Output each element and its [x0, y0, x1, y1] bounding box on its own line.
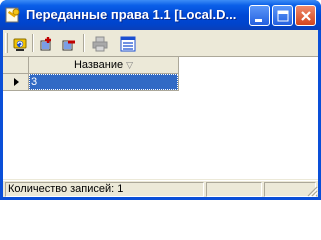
- focus-rect: [29, 74, 178, 90]
- grid-cell-selected[interactable]: 3: [29, 74, 179, 91]
- toolbar-separator: [32, 34, 34, 52]
- data-grid[interactable]: Название ▽ 3: [3, 56, 318, 179]
- minimize-icon: [255, 19, 262, 22]
- print-button[interactable]: [89, 33, 111, 54]
- close-icon: [301, 11, 311, 21]
- size-grip-icon[interactable]: [306, 185, 318, 197]
- status-panel-2: [206, 182, 262, 197]
- cell-value: 3: [31, 76, 38, 88]
- add-button[interactable]: [36, 33, 58, 54]
- view-button[interactable]: [117, 33, 139, 54]
- toolbar: [3, 30, 318, 56]
- toolbar-grip[interactable]: [5, 33, 8, 53]
- add-icon: [40, 37, 51, 51]
- refresh-button[interactable]: [9, 33, 31, 54]
- maximize-icon: [277, 10, 289, 22]
- title-bar[interactable]: Переданные права 1.1 [Local.D...: [0, 0, 321, 30]
- printer-icon: [92, 36, 108, 52]
- sort-descending-icon: ▽: [126, 60, 134, 70]
- column-header-name[interactable]: Название ▽: [29, 57, 179, 74]
- refresh-icon: [13, 38, 27, 51]
- minimize-button[interactable]: [249, 5, 270, 26]
- toolbar-separator: [83, 34, 85, 52]
- remove-button[interactable]: [58, 33, 80, 54]
- status-record-count: Количество записей: 1: [5, 182, 204, 197]
- maximize-button[interactable]: [272, 5, 293, 26]
- window-title: Переданные права 1.1 [Local.D...: [26, 7, 237, 22]
- current-row-arrow-icon: [14, 78, 19, 86]
- column-header-label: Название: [73, 59, 124, 71]
- key-document-icon[interactable]: [5, 7, 21, 23]
- header-indicator-cell: [3, 57, 29, 74]
- remove-icon: [62, 40, 75, 51]
- row-indicator[interactable]: [3, 74, 29, 91]
- client-area: Название ▽ 3 Количество записей: 1: [3, 30, 318, 197]
- close-button[interactable]: [295, 5, 316, 26]
- table-view-icon: [120, 36, 136, 52]
- status-bar: Количество записей: 1: [3, 180, 318, 197]
- app-window: Переданные права 1.1 [Local.D... Названи…: [0, 0, 321, 200]
